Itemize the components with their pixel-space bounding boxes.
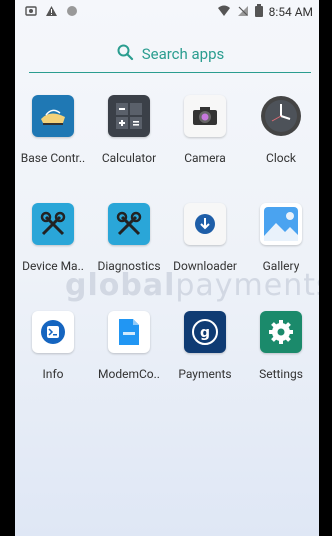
status-time: 8:54 AM: [268, 5, 313, 19]
circle-icon: [66, 5, 78, 20]
app-label: Device Ma..: [22, 259, 84, 273]
app-payments[interactable]: g Payments: [167, 311, 243, 419]
status-icons-right: 8:54 AM: [217, 4, 313, 20]
downloader-icon: [184, 203, 226, 245]
app-gallery[interactable]: Gallery: [243, 203, 319, 311]
wifi-icon: [217, 5, 231, 20]
app-calculator[interactable]: Calculator: [91, 95, 167, 203]
app-label: Settings: [259, 367, 303, 381]
info-icon: [32, 311, 74, 353]
no-signal-icon: [237, 5, 249, 20]
app-drawer-screen: 8:54 AM Search apps globalpayments Base …: [15, 0, 319, 536]
calculator-icon: [108, 95, 150, 137]
app-info[interactable]: Info: [15, 311, 91, 419]
app-modem-config[interactable]: ModemCo..: [91, 311, 167, 419]
app-label: Camera: [184, 151, 226, 165]
app-grid: Base Contr.. Calculator Camera Clock Dev: [15, 95, 319, 419]
app-downloader[interactable]: Downloader: [167, 203, 243, 311]
app-label: Downloader: [173, 259, 237, 273]
modem-config-icon: [108, 311, 150, 353]
settings-icon: [260, 311, 302, 353]
app-label: Base Contr..: [20, 151, 86, 165]
search-placeholder: Search apps: [141, 45, 225, 63]
status-bar: 8:54 AM: [15, 0, 319, 24]
app-label: ModemCo..: [98, 367, 160, 381]
app-label: Info: [42, 367, 64, 381]
app-label: Diagnostics: [97, 259, 161, 273]
base-control-icon: [32, 95, 74, 137]
app-label: Gallery: [262, 259, 300, 273]
app-device-manager[interactable]: Device Ma..: [15, 203, 91, 311]
search-apps-bar[interactable]: Search apps: [29, 36, 311, 73]
app-diagnostics[interactable]: Diagnostics: [91, 203, 167, 311]
search-icon: [116, 43, 134, 65]
battery-icon: [254, 4, 263, 20]
gallery-icon: [260, 203, 302, 245]
status-icons-left: [25, 5, 78, 20]
diagnostics-icon: [108, 203, 150, 245]
payments-icon: g: [184, 311, 226, 353]
app-label: Payments: [178, 367, 232, 381]
app-base-control[interactable]: Base Contr..: [15, 95, 91, 203]
app-camera[interactable]: Camera: [167, 95, 243, 203]
screenshot-icon: [25, 5, 37, 20]
svg-text:g: g: [200, 325, 210, 341]
clock-icon: [260, 95, 302, 137]
app-label: Calculator: [101, 151, 157, 165]
app-label: Clock: [266, 151, 296, 165]
app-clock[interactable]: Clock: [243, 95, 319, 203]
app-settings[interactable]: Settings: [243, 311, 319, 419]
device-manager-icon: [32, 203, 74, 245]
warning-icon: [45, 5, 58, 20]
camera-icon: [184, 95, 226, 137]
